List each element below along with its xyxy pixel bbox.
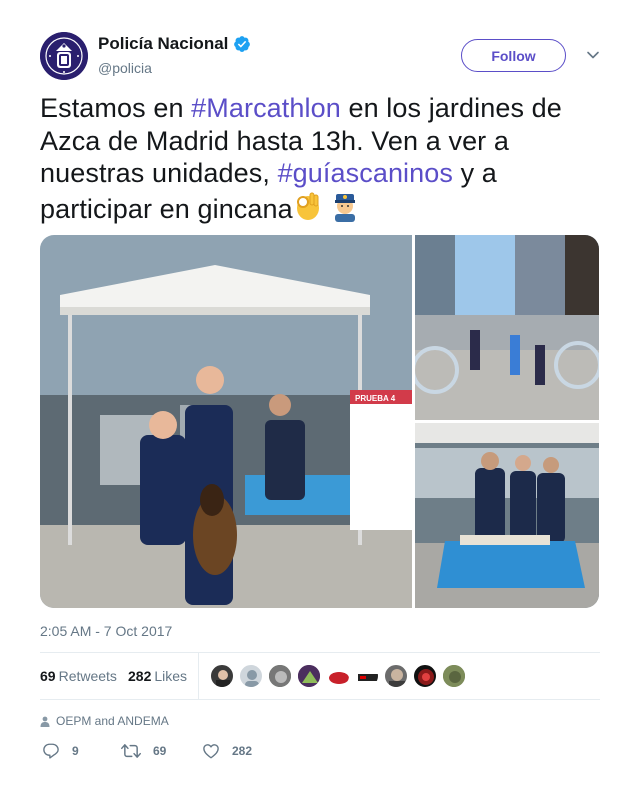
reply-icon	[43, 743, 59, 759]
retweet-action[interactable]: 69	[121, 742, 166, 760]
tweet-stats: 69 Retweets 282 Likes	[40, 652, 600, 700]
hashtag-link[interactable]: #Marcathlon	[191, 93, 341, 123]
photo-main[interactable]: PRUEBA 4	[40, 235, 412, 608]
avatar[interactable]	[40, 32, 88, 80]
retweets-label: Retweets	[58, 668, 117, 684]
tweet-text-part: Estamos en	[40, 93, 192, 123]
likes-stat[interactable]: 282 Likes	[128, 668, 187, 684]
stats-divider	[198, 653, 199, 699]
tweet-header: Policía Nacional @policia Follow	[40, 32, 600, 80]
hashtag-link[interactable]: #guíascaninos	[278, 158, 453, 188]
retweet-count: 69	[153, 744, 167, 758]
retweets-count: 69	[40, 668, 56, 684]
liker-avatar[interactable]	[355, 664, 379, 688]
person-icon	[40, 716, 50, 727]
photo-buildings-scene	[415, 235, 599, 420]
like-action[interactable]: 282	[202, 742, 252, 760]
like-count: 282	[232, 744, 253, 758]
liker-avatar[interactable]	[442, 664, 466, 688]
author-names[interactable]: Policía Nacional @policia	[98, 34, 251, 76]
display-name-text: Policía Nacional	[98, 34, 229, 53]
liker-avatar[interactable]	[268, 664, 292, 688]
photo-bottom-right[interactable]	[415, 423, 599, 608]
heart-icon	[203, 744, 219, 759]
tweet-text: Estamos en #Marcathlon en los jardines d…	[40, 92, 600, 229]
photo-stand-scene	[415, 423, 599, 608]
author-display-name[interactable]: Policía Nacional	[98, 34, 251, 54]
liker-avatar[interactable]	[384, 664, 408, 688]
photo-tent-scene: PRUEBA 4	[40, 235, 412, 608]
chevron-down-icon[interactable]	[586, 48, 600, 62]
liker-avatar[interactable]	[239, 664, 263, 688]
ok-hand-emoji	[293, 190, 323, 230]
verified-badge-icon	[234, 36, 251, 52]
author-handle[interactable]: @policia	[98, 60, 251, 76]
liker-avatar[interactable]	[297, 664, 321, 688]
police-officer-emoji	[330, 190, 360, 230]
retweet-icon	[121, 744, 141, 758]
social-context-text: OEPM and ANDEMA	[56, 714, 169, 728]
sign-prueba: PRUEBA 4	[355, 394, 396, 403]
likes-label: Likes	[154, 668, 188, 684]
liker-avatar[interactable]	[326, 664, 350, 688]
retweets-stat[interactable]: 69 Retweets	[40, 668, 117, 684]
reply-count: 9	[72, 744, 79, 758]
reply-action[interactable]: 9	[42, 742, 79, 760]
photo-top-right[interactable]	[415, 235, 599, 420]
likes-count: 282	[128, 668, 152, 684]
tweet-timestamp[interactable]: 2:05 AM - 7 Oct 2017	[40, 623, 172, 639]
media-grid[interactable]: PRUEBA 4	[40, 235, 599, 608]
liker-avatar[interactable]	[210, 664, 234, 688]
follow-button[interactable]: Follow	[461, 39, 566, 72]
liker-avatar[interactable]	[413, 664, 437, 688]
social-context[interactable]: OEPM and ANDEMA	[40, 714, 169, 728]
tweet-actions: 9 69 282	[40, 742, 600, 762]
police-badge-icon	[40, 32, 88, 80]
